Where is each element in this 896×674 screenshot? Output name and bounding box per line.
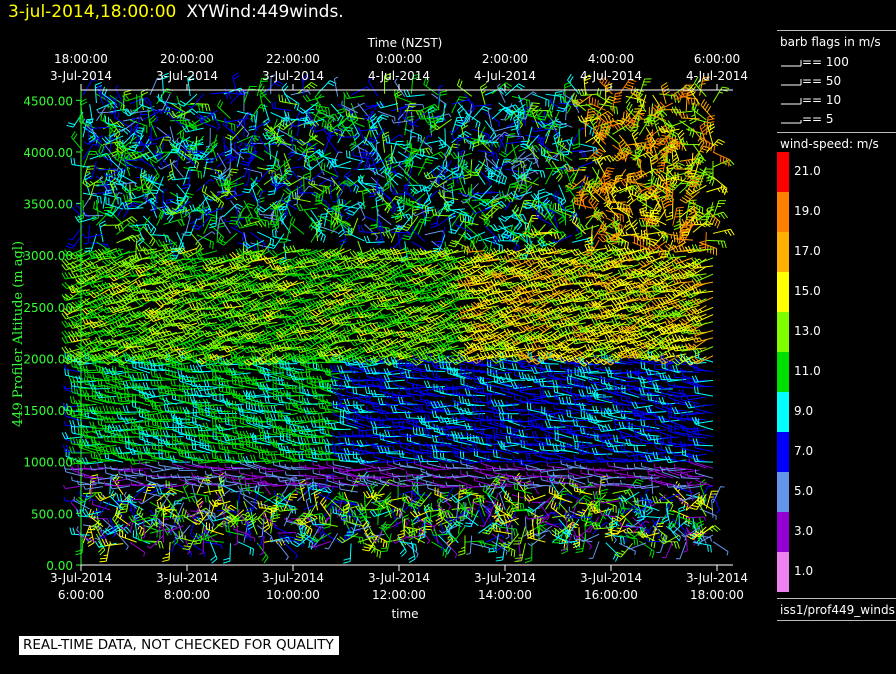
wind-barb — [312, 541, 331, 547]
wind-barb — [100, 221, 107, 242]
wind-barb — [317, 305, 338, 312]
wind-barb — [229, 208, 244, 224]
wind-barb — [263, 406, 284, 413]
wind-barb — [244, 118, 249, 137]
wind-barb — [75, 535, 83, 555]
wind-barb — [102, 539, 123, 546]
wind-barb — [130, 109, 150, 113]
wind-barb — [190, 493, 209, 502]
wind-barb — [196, 457, 217, 464]
wind-barb — [217, 155, 236, 167]
wind-barb — [116, 408, 136, 415]
wind-barb — [186, 352, 203, 364]
wind-barb — [205, 135, 217, 153]
wind-barb — [189, 338, 210, 345]
wind-barb — [313, 469, 331, 477]
wind-barb — [257, 543, 268, 563]
wind-barb — [169, 112, 183, 127]
wind-barb — [279, 462, 297, 470]
wind-barb — [84, 486, 104, 490]
wind-barb — [223, 543, 230, 563]
wind-barb — [252, 121, 271, 129]
wind-barb — [189, 120, 210, 127]
wind-barb — [206, 128, 210, 147]
wind-barb — [285, 112, 304, 121]
wind-barb — [210, 92, 231, 99]
wind-barb — [303, 95, 324, 102]
wind-barb — [324, 135, 334, 152]
wind-barb — [197, 235, 213, 249]
wind-barb — [83, 193, 101, 204]
wind-barb — [196, 249, 217, 256]
wind-barb — [225, 464, 244, 468]
wind-barb — [64, 497, 83, 501]
wind-barb — [218, 100, 231, 119]
wind-barb — [106, 469, 124, 478]
wind-barb — [96, 525, 106, 543]
wind-barb — [94, 494, 103, 511]
wind-barb — [210, 542, 217, 563]
wind-barb-plot: Time (NZST) time 449 Profiler Altitude (… — [0, 0, 760, 630]
wind-barb — [264, 539, 285, 546]
wind-barb — [83, 151, 97, 168]
wind-barb — [314, 489, 321, 510]
wind-barb — [290, 216, 304, 234]
wind-barb — [237, 120, 249, 137]
wind-barb — [84, 225, 90, 244]
wind-barb — [117, 137, 137, 149]
wind-barb — [88, 161, 97, 179]
wind-barb — [130, 542, 145, 556]
wind-barb — [163, 219, 184, 226]
wind-barb — [224, 218, 244, 222]
wind-barb — [202, 185, 217, 202]
wind-barb — [237, 541, 253, 555]
wind-barb — [90, 128, 102, 148]
wind-barb — [138, 136, 150, 152]
wind-barb — [111, 466, 130, 470]
wind-barb — [66, 234, 83, 249]
wind-barb — [184, 104, 204, 112]
wind-barb — [297, 82, 317, 93]
wind-barb — [182, 216, 191, 234]
wind-barb — [282, 83, 291, 104]
wind-barb — [221, 215, 231, 233]
wind-barb — [203, 152, 223, 162]
wind-barb — [63, 485, 83, 489]
wind-barb — [197, 232, 215, 242]
wind-barb — [255, 168, 270, 182]
wind-barb — [142, 289, 163, 296]
wind-barb — [84, 234, 104, 238]
wind-barb — [305, 479, 324, 484]
wind-barb — [139, 494, 157, 504]
wind-barb — [322, 528, 337, 541]
wind-barb — [91, 451, 110, 460]
wind-barb — [192, 216, 211, 229]
wind-barbs-layer — [62, 73, 734, 564]
wind-barb — [196, 498, 203, 519]
wind-barb — [176, 307, 197, 314]
wind-barb — [297, 204, 318, 211]
wind-barb — [176, 247, 197, 254]
wind-barb — [143, 111, 162, 119]
wind-barb — [162, 542, 170, 562]
wind-barb — [116, 248, 137, 255]
wind-barb — [231, 465, 250, 469]
